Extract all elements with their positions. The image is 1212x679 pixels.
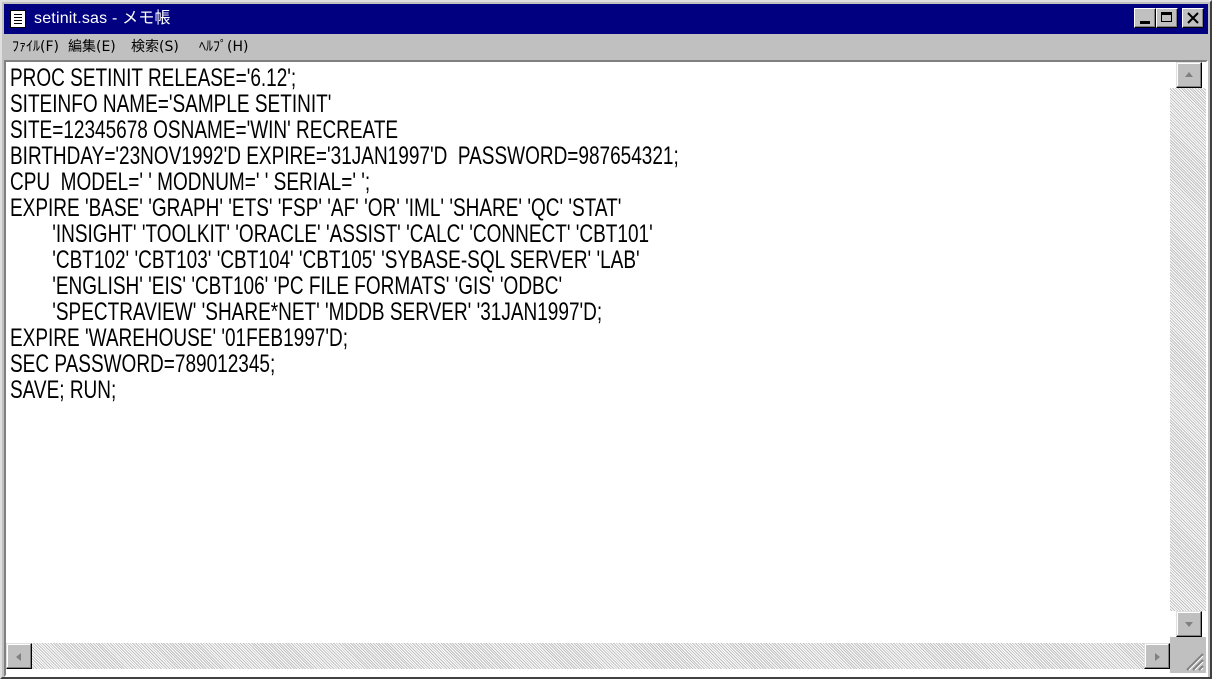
size-grip-icon — [1186, 653, 1204, 671]
notepad-icon[interactable] — [10, 10, 26, 28]
scroll-down-button[interactable] — [1176, 611, 1202, 637]
code-line: 'ENGLISH' 'EIS' 'CBT106' 'PC FILE FORMAT… — [10, 272, 563, 300]
arrow-right-icon — [1155, 653, 1160, 661]
code-line: SEC PASSWORD=789012345; — [10, 350, 276, 378]
close-button[interactable] — [1182, 8, 1204, 28]
title-bar[interactable]: setinit.sas - メモ帳 — [4, 4, 1208, 34]
code-line: SITE=12345678 OSNAME='WIN' RECREATE — [10, 116, 399, 144]
menu-search[interactable]: 検索(S) — [131, 38, 179, 56]
code-line: EXPIRE 'BASE' 'GRAPH' 'ETS' 'FSP' 'AF' '… — [10, 194, 622, 222]
editor-frame: PROC SETINIT RELEASE='6.12'; SITEINFO NA… — [4, 60, 1208, 677]
arrow-left-icon — [16, 653, 21, 661]
arrow-up-icon — [1185, 72, 1193, 77]
code-line: BIRTHDAY='23NOV1992'D EXPIRE='31JAN1997'… — [10, 142, 679, 170]
vertical-scroll-track[interactable] — [1170, 88, 1206, 611]
menu-file[interactable]: ﾌｧｲﾙ(F) — [12, 38, 59, 56]
code-line: SAVE; RUN; — [10, 376, 117, 404]
code-line: PROC SETINIT RELEASE='6.12'; — [10, 64, 297, 92]
text-editor[interactable]: PROC SETINIT RELEASE='6.12'; SITEINFO NA… — [6, 62, 1170, 637]
code-line: 'SPECTRAVIEW' 'SHARE*NET' 'MDDB SERVER' … — [10, 298, 603, 326]
code-line: SITEINFO NAME='SAMPLE SETINIT' — [10, 90, 332, 118]
menu-bar: ﾌｧｲﾙ(F) 編集(E) 検索(S) ﾍﾙﾌﾟ(H) — [4, 34, 1208, 60]
minimize-button[interactable] — [1134, 8, 1156, 28]
code-line: 'INSIGHT' 'TOOLKIT' 'ORACLE' 'ASSIST' 'C… — [10, 220, 653, 248]
size-grip[interactable] — [1170, 637, 1206, 673]
scroll-right-button[interactable] — [1144, 643, 1170, 669]
scroll-up-button[interactable] — [1176, 62, 1202, 88]
menu-edit[interactable]: 編集(E) — [68, 38, 116, 56]
notepad-window: setinit.sas - メモ帳 ﾌｧｲﾙ(F) 編集(E) 検索(S) ﾍﾙ… — [0, 0, 1212, 679]
vertical-scrollbar[interactable] — [1170, 62, 1206, 637]
code-line: CPU MODEL=' ' MODNUM=' ' SERIAL=' '; — [10, 168, 371, 196]
scroll-left-button[interactable] — [6, 643, 32, 669]
horizontal-scrollbar[interactable] — [6, 637, 1170, 673]
window-title: setinit.sas - メモ帳 — [34, 10, 171, 27]
close-icon — [1187, 12, 1199, 24]
arrow-down-icon — [1185, 622, 1193, 627]
maximize-button[interactable] — [1156, 8, 1178, 28]
menu-help[interactable]: ﾍﾙﾌﾟ(H) — [199, 38, 248, 56]
code-line: EXPIRE 'WAREHOUSE' '01FEB1997'D; — [10, 324, 348, 352]
code-line: 'CBT102' 'CBT103' 'CBT104' 'CBT105' 'SYB… — [10, 246, 640, 274]
horizontal-scroll-track[interactable] — [32, 643, 1144, 669]
